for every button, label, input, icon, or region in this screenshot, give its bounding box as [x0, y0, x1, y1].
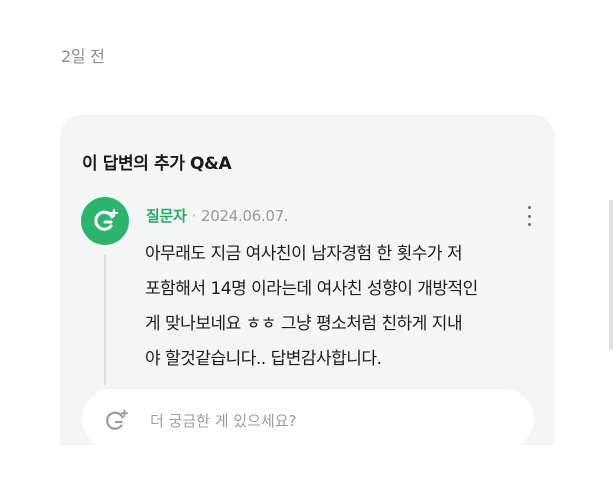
question-line: 게 맞나보네요 ㅎㅎ 그냥 평소처럼 친하게 지내	[145, 314, 463, 334]
thread-connector-line	[104, 255, 106, 385]
question-date: 2024.06.07.	[200, 207, 289, 225]
asker-meta: 질문자 · 2024.06.07.	[146, 205, 289, 226]
more-options-button[interactable]	[522, 205, 536, 227]
followup-question-box[interactable]	[82, 389, 534, 445]
answer-timestamp: 2일 전	[61, 47, 105, 66]
asker-avatar	[81, 197, 129, 245]
question-body: 아무래도 지금 여사친이 남자경험 한 횟수가 저 포함해서 14명 이라는데 …	[145, 237, 545, 377]
question-line: 포함해서 14명 이라는데 여사친 성향이 개방적인	[145, 279, 478, 299]
additional-qa-card: 이 답변의 추가 Q&A 질문자 · 2024.06.07. 아무래도 지금 여사친…	[60, 115, 555, 445]
qa-page: 2일 전 이 답변의 추가 Q&A 질문자 · 2024.06.07. 아무래도 지…	[0, 0, 615, 488]
qa-section-title: 이 답변의 추가 Q&A	[82, 154, 232, 174]
question-line: 아무래도 지금 여사친이 남자경험 한 횟수가 저	[145, 244, 463, 264]
meta-separator: ·	[191, 207, 197, 225]
question-plus-outline-icon	[106, 409, 129, 430]
vertical-dots-icon	[527, 206, 531, 209]
followup-question-input[interactable]	[150, 407, 510, 435]
asker-name: 질문자	[146, 207, 187, 225]
question-plus-icon	[94, 208, 119, 231]
scrollbar-track[interactable]	[609, 200, 613, 350]
question-line: 야 할것같습니다.. 답변감사합니다.	[145, 349, 382, 369]
